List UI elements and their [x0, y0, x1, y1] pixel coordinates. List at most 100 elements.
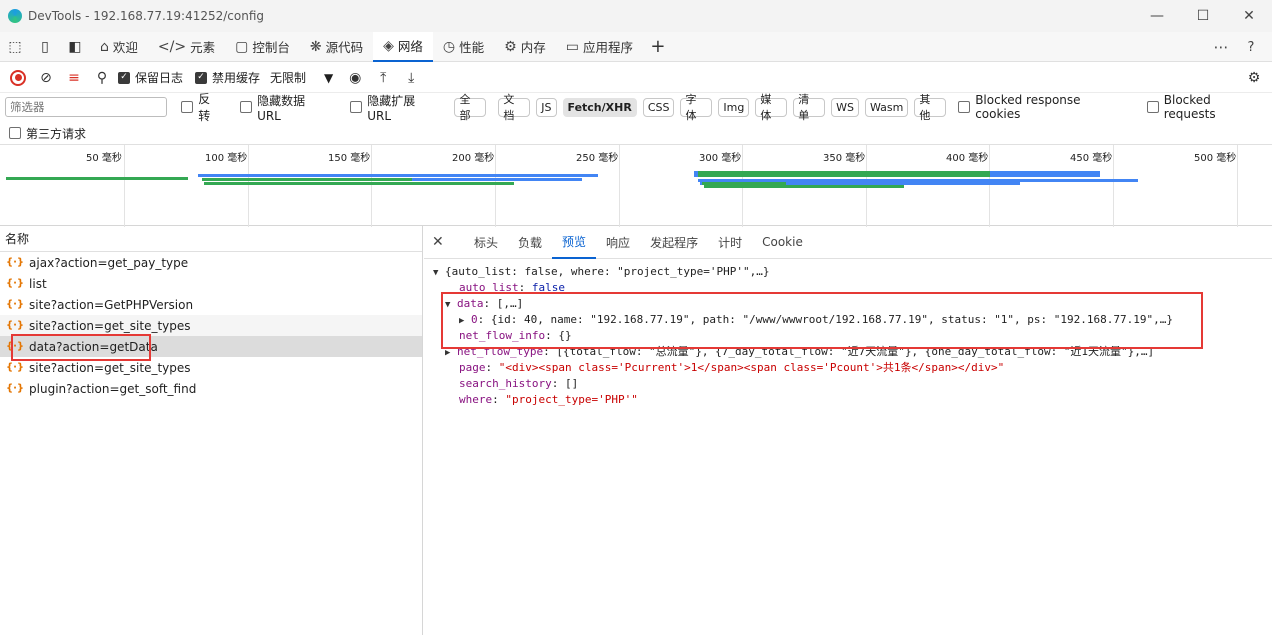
network-toolbar: ⊘ ≡ ⚲ ✓ 保留日志 ✓ 禁用缓存 无限制 ▼ ◉ ⤒ ⤓ ⚙	[0, 63, 1272, 93]
tab-payload[interactable]: 负载	[508, 226, 552, 259]
request-row[interactable]: {·} ajax?action=get_pay_type	[0, 252, 422, 273]
expanded-triangle-icon: ▼	[433, 268, 439, 278]
tab-initiator[interactable]: 发起程序	[640, 226, 708, 259]
request-row[interactable]: {·} plugin?action=get_soft_find	[0, 378, 422, 399]
timeline-tick-label: 200 毫秒	[452, 153, 495, 164]
type-filter-all[interactable]: 全部	[454, 93, 487, 122]
xhr-icon: {·}	[6, 278, 25, 289]
xhr-icon: {·}	[6, 299, 25, 310]
json-line-where: where: "project_type='PHP'"	[459, 393, 638, 406]
type-filter-js[interactable]: JS	[536, 97, 557, 117]
timeline-tick-label: 500 毫秒	[1194, 153, 1237, 164]
minimize-button[interactable]: —	[1134, 0, 1180, 32]
timeline-request-bar	[202, 178, 412, 181]
more-options-icon[interactable]: ⋯	[1206, 32, 1236, 62]
record-button[interactable]	[6, 66, 30, 90]
highlight-box-preview	[441, 292, 1203, 349]
request-row[interactable]: {·} site?action=GetPHPVersion	[0, 294, 422, 315]
hide-extension-url-checkbox[interactable]: 隐藏扩展 URL	[350, 92, 442, 123]
network-timeline-overview[interactable]: 50 毫秒 100 毫秒 150 毫秒 200 毫秒 250 毫秒 300 毫秒…	[0, 144, 1272, 227]
preserve-log-checkbox[interactable]: ✓ 保留日志	[118, 69, 183, 86]
export-har-icon[interactable]: ⤓	[399, 66, 423, 90]
timeline-gridline	[1237, 145, 1238, 227]
timeline-request-bar	[204, 182, 514, 185]
chevron-down-icon: ▼	[324, 70, 334, 85]
import-har-icon[interactable]: ⤒	[371, 66, 395, 90]
tab-console[interactable]: ▢ 控制台	[225, 32, 300, 62]
add-tool-icon[interactable]: +	[643, 32, 673, 62]
name-column-header[interactable]: 名称	[0, 226, 422, 252]
xhr-icon: {·}	[6, 320, 25, 331]
timeline-tick-label: 300 毫秒	[699, 153, 742, 164]
inspect-element-icon[interactable]: ⬚	[0, 32, 30, 62]
maximize-button[interactable]: ☐	[1180, 0, 1226, 32]
request-list: 名称 {·} ajax?action=get_pay_type {·} list {…	[0, 226, 423, 635]
help-icon[interactable]: ?	[1236, 32, 1266, 62]
type-filter-media[interactable]: 媒体	[755, 93, 788, 122]
blocked-response-cookies-checkbox[interactable]: Blocked response cookies	[958, 93, 1129, 121]
type-filter-doc[interactable]: 文档	[498, 93, 531, 122]
timeline-gridline	[124, 145, 125, 227]
filter-row: 反转 隐藏数据 URL 隐藏扩展 URL 全部 文档 JS Fetch/XHR …	[0, 92, 1272, 123]
memory-icon: ⚙	[504, 38, 517, 55]
application-icon: ▭	[565, 38, 579, 55]
tab-preview[interactable]: 预览	[552, 226, 597, 259]
tab-headers[interactable]: 标头	[464, 226, 508, 259]
close-button[interactable]: ✕	[1226, 0, 1272, 32]
device-emulation-icon[interactable]: ▯	[30, 32, 60, 62]
tab-network[interactable]: ◈ 网络	[373, 31, 433, 62]
console-icon: ▢	[235, 38, 249, 55]
timeline-gridline	[1113, 145, 1114, 227]
timeline-tick-label: 100 毫秒	[205, 153, 248, 164]
invert-checkbox[interactable]: 反转	[181, 90, 222, 124]
request-row[interactable]: {·} site?action=get_site_types	[0, 315, 422, 336]
timeline-tick-label: 250 毫秒	[576, 153, 619, 164]
json-root-line[interactable]: ▼ {auto_list: false, where: "project_type…	[433, 264, 770, 280]
tab-timing[interactable]: 计时	[708, 226, 752, 259]
timeline-gridline	[371, 145, 372, 227]
type-filter-font[interactable]: 字体	[680, 93, 713, 122]
tab-elements[interactable]: </> 元素	[148, 32, 225, 62]
filter-input[interactable]	[5, 97, 168, 117]
code-icon: </>	[157, 38, 187, 55]
type-filter-ws[interactable]: WS	[831, 97, 859, 117]
timeline-gridline	[248, 145, 249, 227]
type-filter-manifest[interactable]: 清单	[793, 93, 826, 122]
tab-welcome[interactable]: ⌂ 欢迎	[90, 32, 148, 62]
type-filter-img[interactable]: Img	[718, 97, 750, 117]
disable-cache-checkbox[interactable]: ✓ 禁用缓存	[195, 69, 260, 86]
tab-application[interactable]: ▭ 应用程序	[556, 32, 643, 62]
third-party-requests-checkbox[interactable]: 第三方请求	[9, 124, 86, 142]
hide-data-url-checkbox[interactable]: 隐藏数据 URL	[240, 92, 332, 123]
home-icon: ⌂	[100, 38, 109, 55]
filter-clear-icon[interactable]: ≡	[62, 66, 86, 90]
json-line-search-history: search_history: []	[459, 377, 579, 390]
blocked-requests-checkbox[interactable]: Blocked requests	[1146, 93, 1266, 121]
tab-cookies[interactable]: Cookie	[752, 226, 813, 259]
tab-sources[interactable]: ❋ 源代码	[300, 32, 373, 62]
timeline-request-bar	[704, 185, 904, 188]
dock-sidebar-icon[interactable]: ◧	[60, 32, 90, 62]
timeline-request-bar	[412, 178, 582, 181]
type-filter-fetch-xhr[interactable]: Fetch/XHR	[562, 97, 637, 117]
wifi-icon: ◈	[383, 37, 394, 54]
xhr-icon: {·}	[6, 362, 25, 373]
close-icon[interactable]: ✕	[432, 234, 452, 250]
throttle-select[interactable]: 无限制 ▼	[264, 67, 339, 89]
tab-performance[interactable]: ◷ 性能	[433, 32, 494, 62]
tab-response[interactable]: 响应	[596, 226, 640, 259]
timeline-tick-label: 350 毫秒	[823, 153, 866, 164]
type-filter-css[interactable]: CSS	[642, 97, 675, 117]
gear-icon[interactable]: ⚙	[1242, 66, 1266, 90]
timeline-gridline	[989, 145, 990, 227]
network-conditions-icon[interactable]: ◉	[343, 66, 367, 90]
tab-memory[interactable]: ⚙ 内存	[494, 32, 556, 62]
clear-icon[interactable]: ⊘	[34, 66, 58, 90]
type-filter-wasm[interactable]: Wasm	[864, 97, 909, 117]
timeline-request-bar	[698, 171, 990, 177]
type-filter-other[interactable]: 其他	[914, 93, 947, 122]
request-row[interactable]: {·} list	[0, 273, 422, 294]
search-icon[interactable]: ⚲	[90, 66, 114, 90]
timeline-tick-label: 50 毫秒	[86, 153, 122, 164]
window-controls: — ☐ ✕	[1134, 0, 1272, 32]
